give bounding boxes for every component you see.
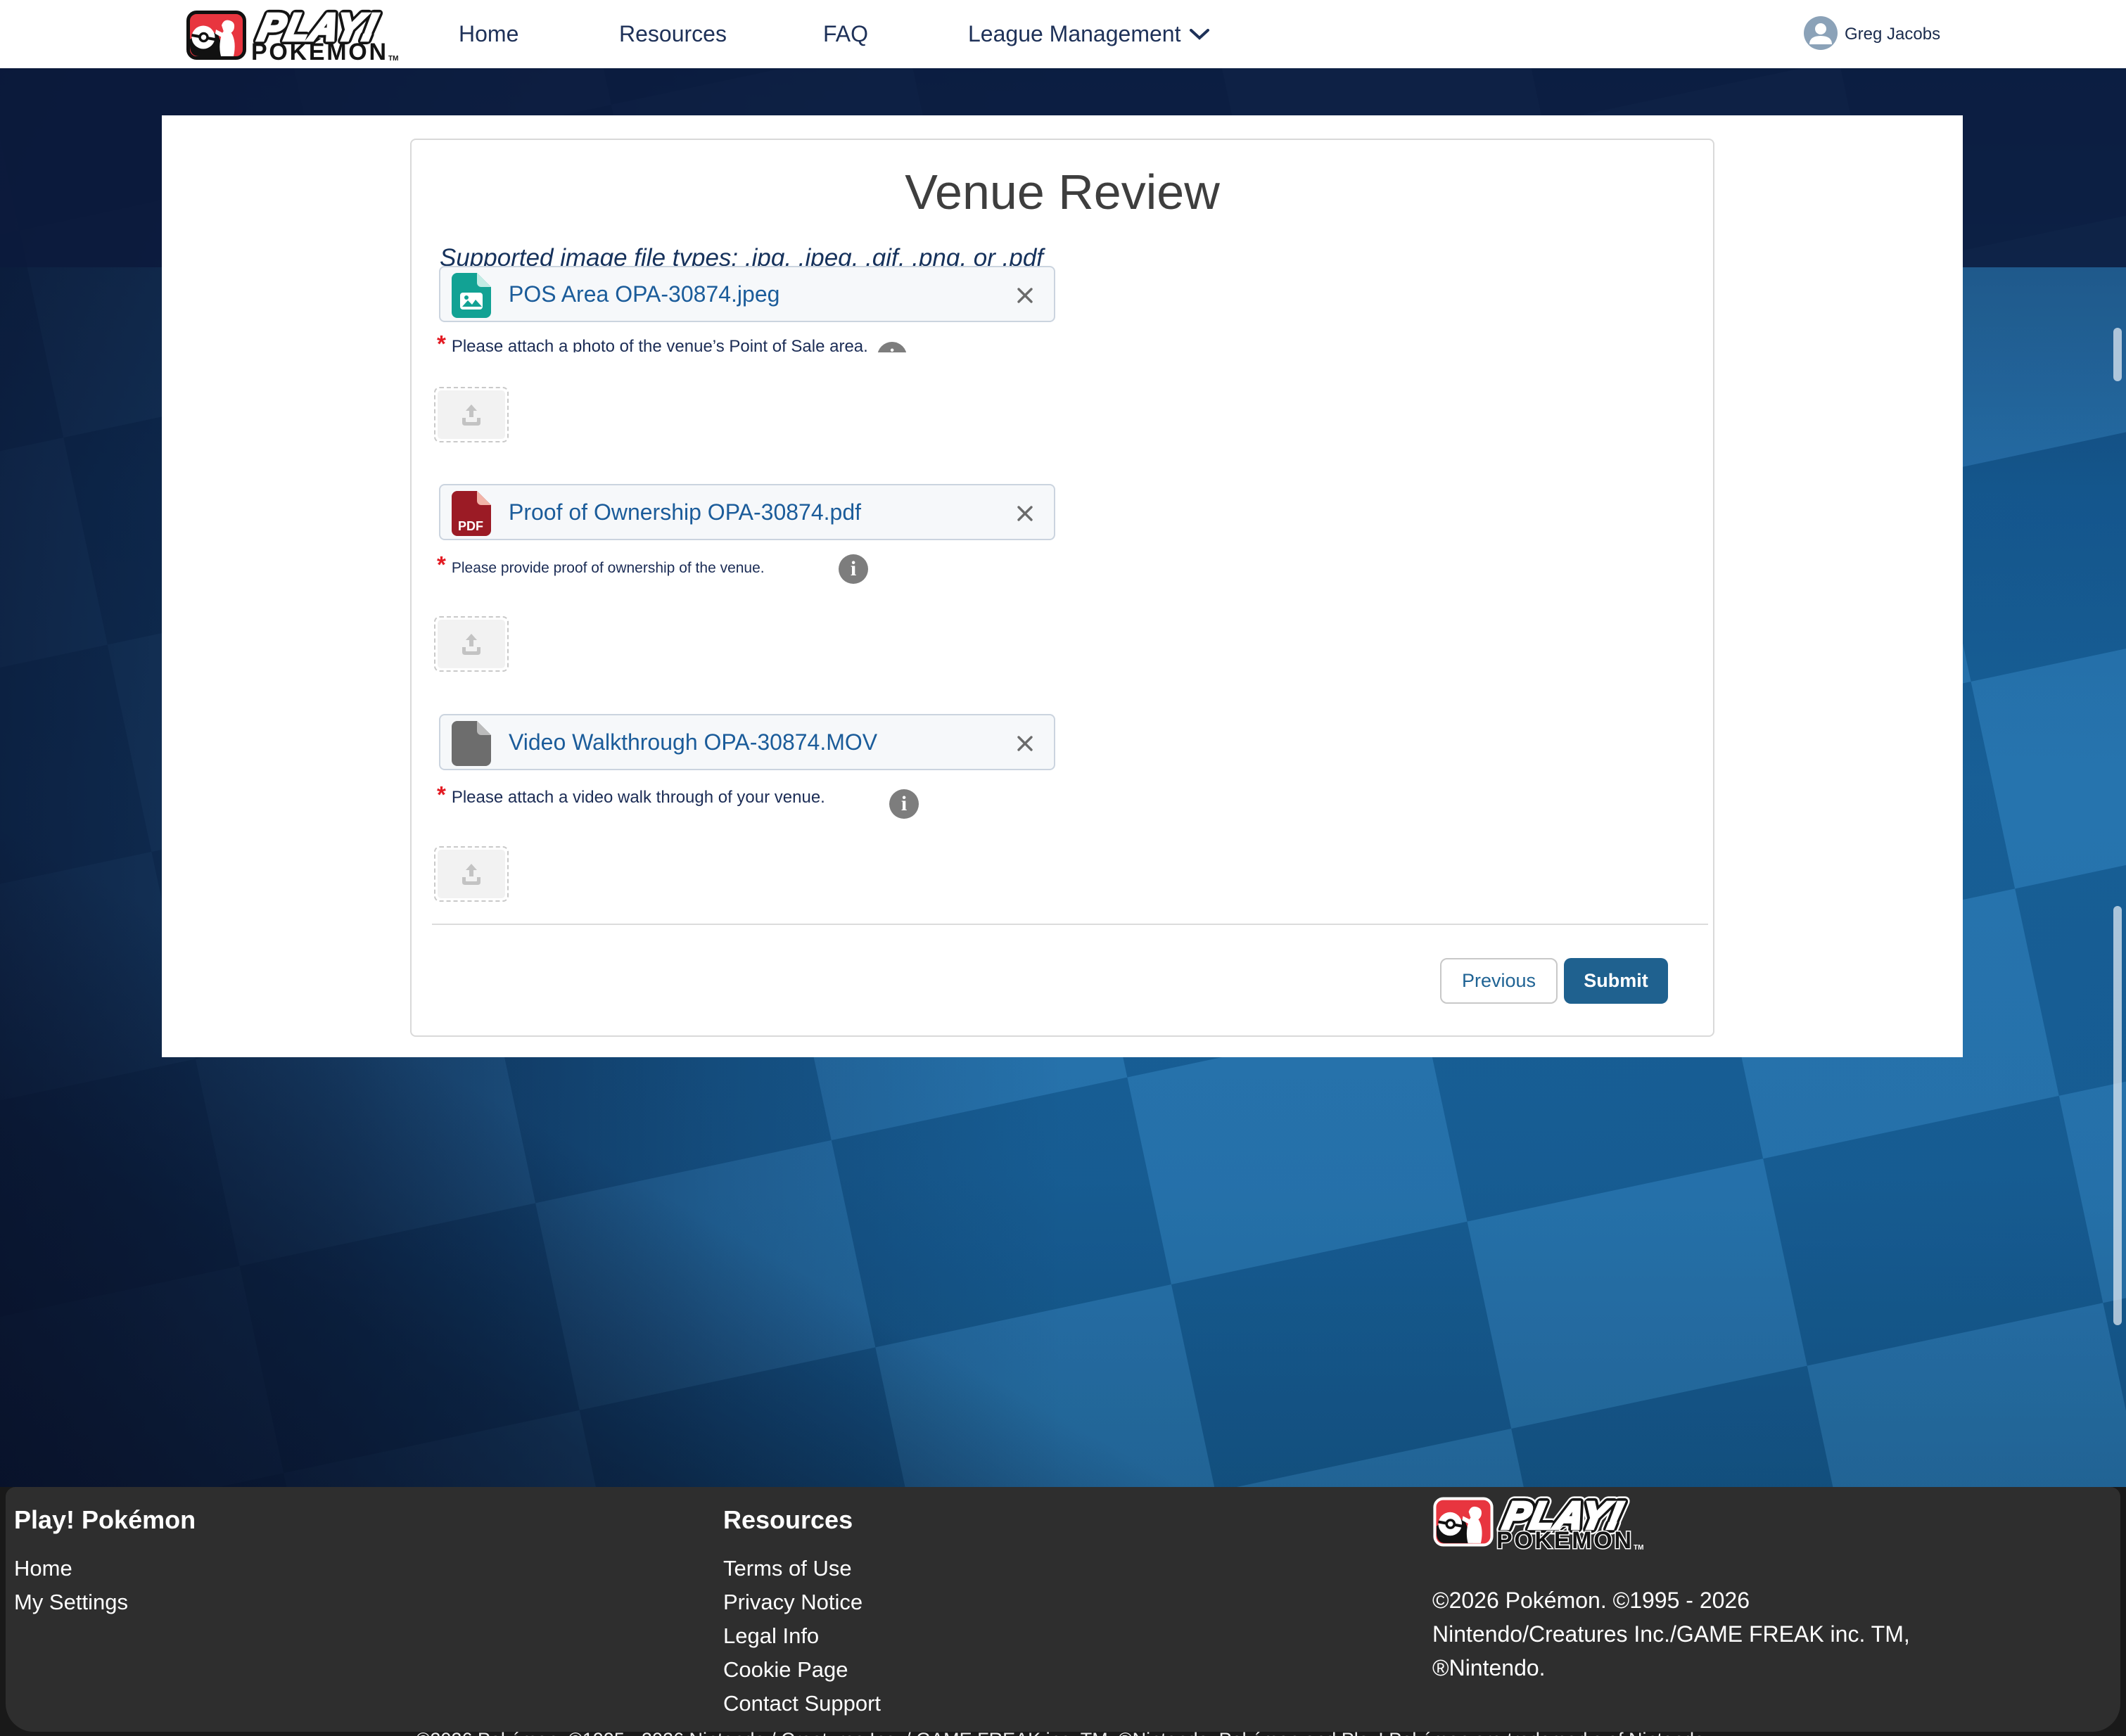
svg-text:POKÉMON: POKÉMON <box>251 39 386 63</box>
svg-text:PDF: PDF <box>458 519 483 533</box>
svg-text:TM: TM <box>388 55 398 63</box>
svg-text:TM: TM <box>1634 1544 1643 1552</box>
svg-text:POKÉMON: POKÉMON <box>1496 1527 1631 1553</box>
